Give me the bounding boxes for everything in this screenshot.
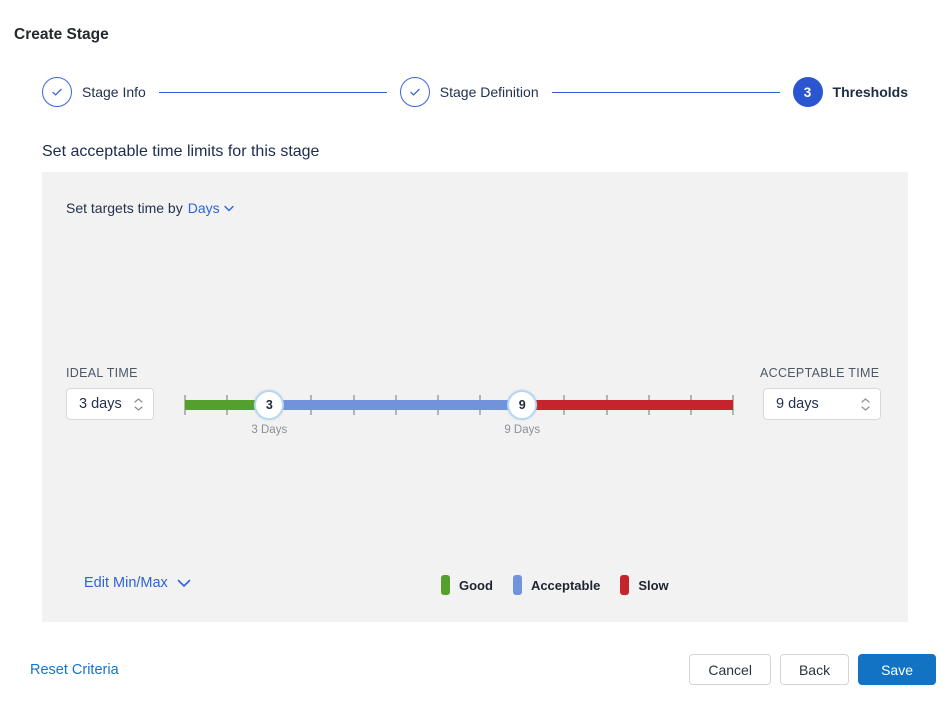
- good-swatch: [441, 575, 450, 595]
- acceptable-time-label: ACCEPTABLE TIME: [760, 366, 879, 380]
- legend-item-acceptable: Acceptable: [513, 575, 600, 595]
- edit-minmax-link[interactable]: Edit Min/Max: [84, 575, 191, 591]
- legend-label: Slow: [638, 578, 668, 593]
- legend-label: Acceptable: [531, 578, 600, 593]
- chevron-down-icon: [224, 205, 234, 212]
- save-button[interactable]: Save: [858, 654, 936, 685]
- stepper-connector: [552, 92, 780, 93]
- create-stage-dialog: Create Stage Stage Info Stage Definition…: [0, 0, 949, 701]
- threshold-slider: 3 9 3 Days 9 Days: [185, 390, 733, 438]
- page-title: Create Stage: [14, 26, 109, 44]
- chevron-down-icon: [861, 406, 870, 411]
- step-stage-info[interactable]: Stage Info: [42, 77, 146, 107]
- targets-row: Set targets time by Days: [66, 200, 234, 216]
- step-thresholds[interactable]: 3 Thresholds: [793, 77, 908, 107]
- checkmark-icon: [408, 85, 422, 99]
- ideal-time-input[interactable]: [67, 396, 132, 412]
- chevron-down-icon: [177, 579, 191, 588]
- step-label: Thresholds: [833, 84, 908, 100]
- acceptable-swatch: [513, 575, 522, 595]
- step-stage-definition[interactable]: Stage Definition: [400, 77, 539, 107]
- acceptable-handle[interactable]: 9: [507, 390, 537, 420]
- reset-criteria-link[interactable]: Reset Criteria: [30, 662, 119, 678]
- step-number-circle: 3: [793, 77, 823, 107]
- ideal-time-label: IDEAL TIME: [66, 366, 138, 380]
- ideal-handle-label: 3 Days: [251, 424, 287, 436]
- chevron-up-icon: [861, 398, 870, 403]
- check-circle-icon: [400, 77, 430, 107]
- footer-buttons: Cancel Back Save: [689, 654, 936, 685]
- ideal-time-stepper[interactable]: [132, 398, 153, 411]
- slider-segment-slow: [522, 400, 733, 410]
- acceptable-time-input[interactable]: [764, 396, 859, 412]
- stepper-connector: [159, 92, 387, 93]
- acceptable-time-input-wrap: [763, 388, 881, 420]
- slider-legend: Good Acceptable Slow: [441, 575, 669, 595]
- unit-dropdown[interactable]: Days: [188, 200, 234, 216]
- ideal-handle[interactable]: 3: [254, 390, 284, 420]
- step-label: Stage Definition: [440, 84, 539, 100]
- stepper: Stage Info Stage Definition 3 Thresholds: [42, 76, 908, 108]
- step-label: Stage Info: [82, 84, 146, 100]
- legend-item-good: Good: [441, 575, 493, 595]
- legend-label: Good: [459, 578, 493, 593]
- chevron-up-icon: [134, 398, 143, 403]
- section-heading: Set acceptable time limits for this stag…: [42, 143, 319, 161]
- cancel-button[interactable]: Cancel: [689, 654, 771, 685]
- acceptable-handle-label: 9 Days: [504, 424, 540, 436]
- slow-swatch: [620, 575, 629, 595]
- legend-item-slow: Slow: [620, 575, 668, 595]
- back-button[interactable]: Back: [780, 654, 849, 685]
- thresholds-panel: Set targets time by Days IDEAL TIME 3 9 …: [42, 172, 908, 622]
- ideal-time-input-wrap: [66, 388, 154, 420]
- checkmark-icon: [50, 85, 64, 99]
- unit-dropdown-value: Days: [188, 200, 220, 216]
- edit-minmax-label: Edit Min/Max: [84, 575, 168, 591]
- chevron-down-icon: [134, 406, 143, 411]
- targets-label: Set targets time by: [66, 200, 183, 216]
- slider-segment-acceptable: [269, 400, 522, 410]
- acceptable-time-stepper[interactable]: [859, 398, 880, 411]
- check-circle-icon: [42, 77, 72, 107]
